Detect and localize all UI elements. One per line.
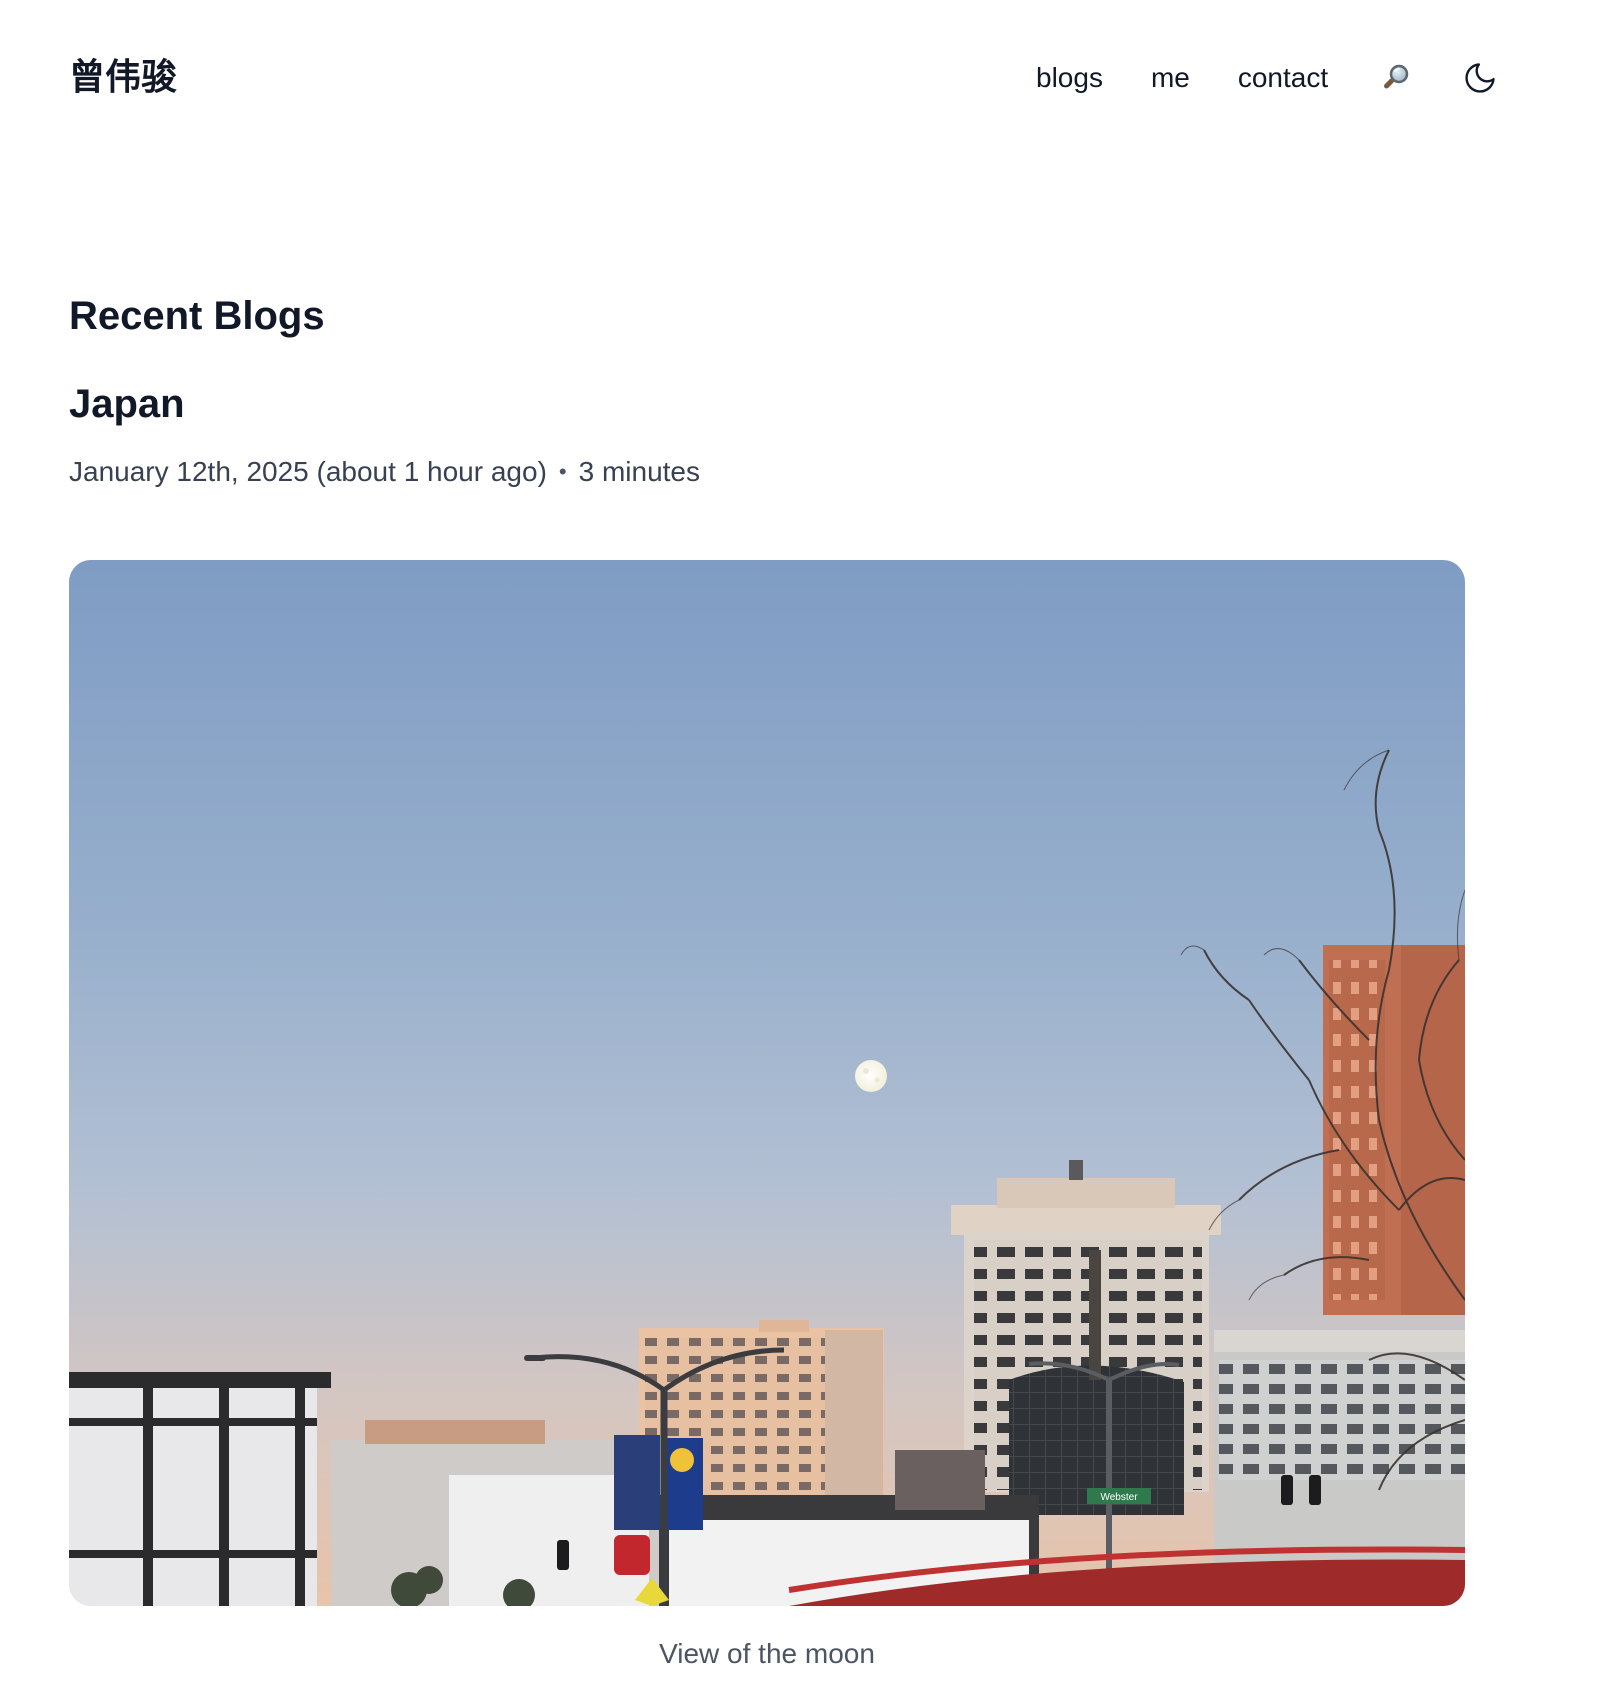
image-caption: View of the moon [659, 1638, 875, 1669]
main-nav: blogs me contact [1036, 58, 1500, 98]
post-reading-time: 3 minutes [578, 456, 701, 487]
post-meta: January 12th, 2025 (about 1 hour ago) • … [69, 454, 1465, 490]
section-title: Recent Blogs [69, 294, 325, 338]
search-icon[interactable] [1376, 58, 1416, 98]
city-moon-photo: Webster [69, 560, 1465, 1606]
post-figure: Webster View of the moon [69, 560, 1465, 1672]
post-title-link[interactable]: Japan [69, 378, 1465, 430]
street-sign-text: Webster [1100, 1492, 1138, 1503]
site-title-link[interactable]: 曾伟骏 [69, 56, 177, 100]
site-header: 曾伟骏 blogs me contact [0, 0, 1622, 160]
nav-link-me[interactable]: me [1151, 58, 1190, 98]
nav-link-contact[interactable]: contact [1238, 58, 1328, 98]
post-date: January 12th, 2025 (about 1 hour ago) [69, 456, 547, 487]
moon-icon[interactable] [1460, 58, 1500, 98]
meta-separator: • [558, 459, 567, 484]
nav-link-blogs[interactable]: blogs [1036, 58, 1103, 98]
main-content: Recent Blogs Japan January 12th, 2025 (a… [69, 290, 1465, 490]
post-photo: Webster [69, 560, 1465, 1606]
